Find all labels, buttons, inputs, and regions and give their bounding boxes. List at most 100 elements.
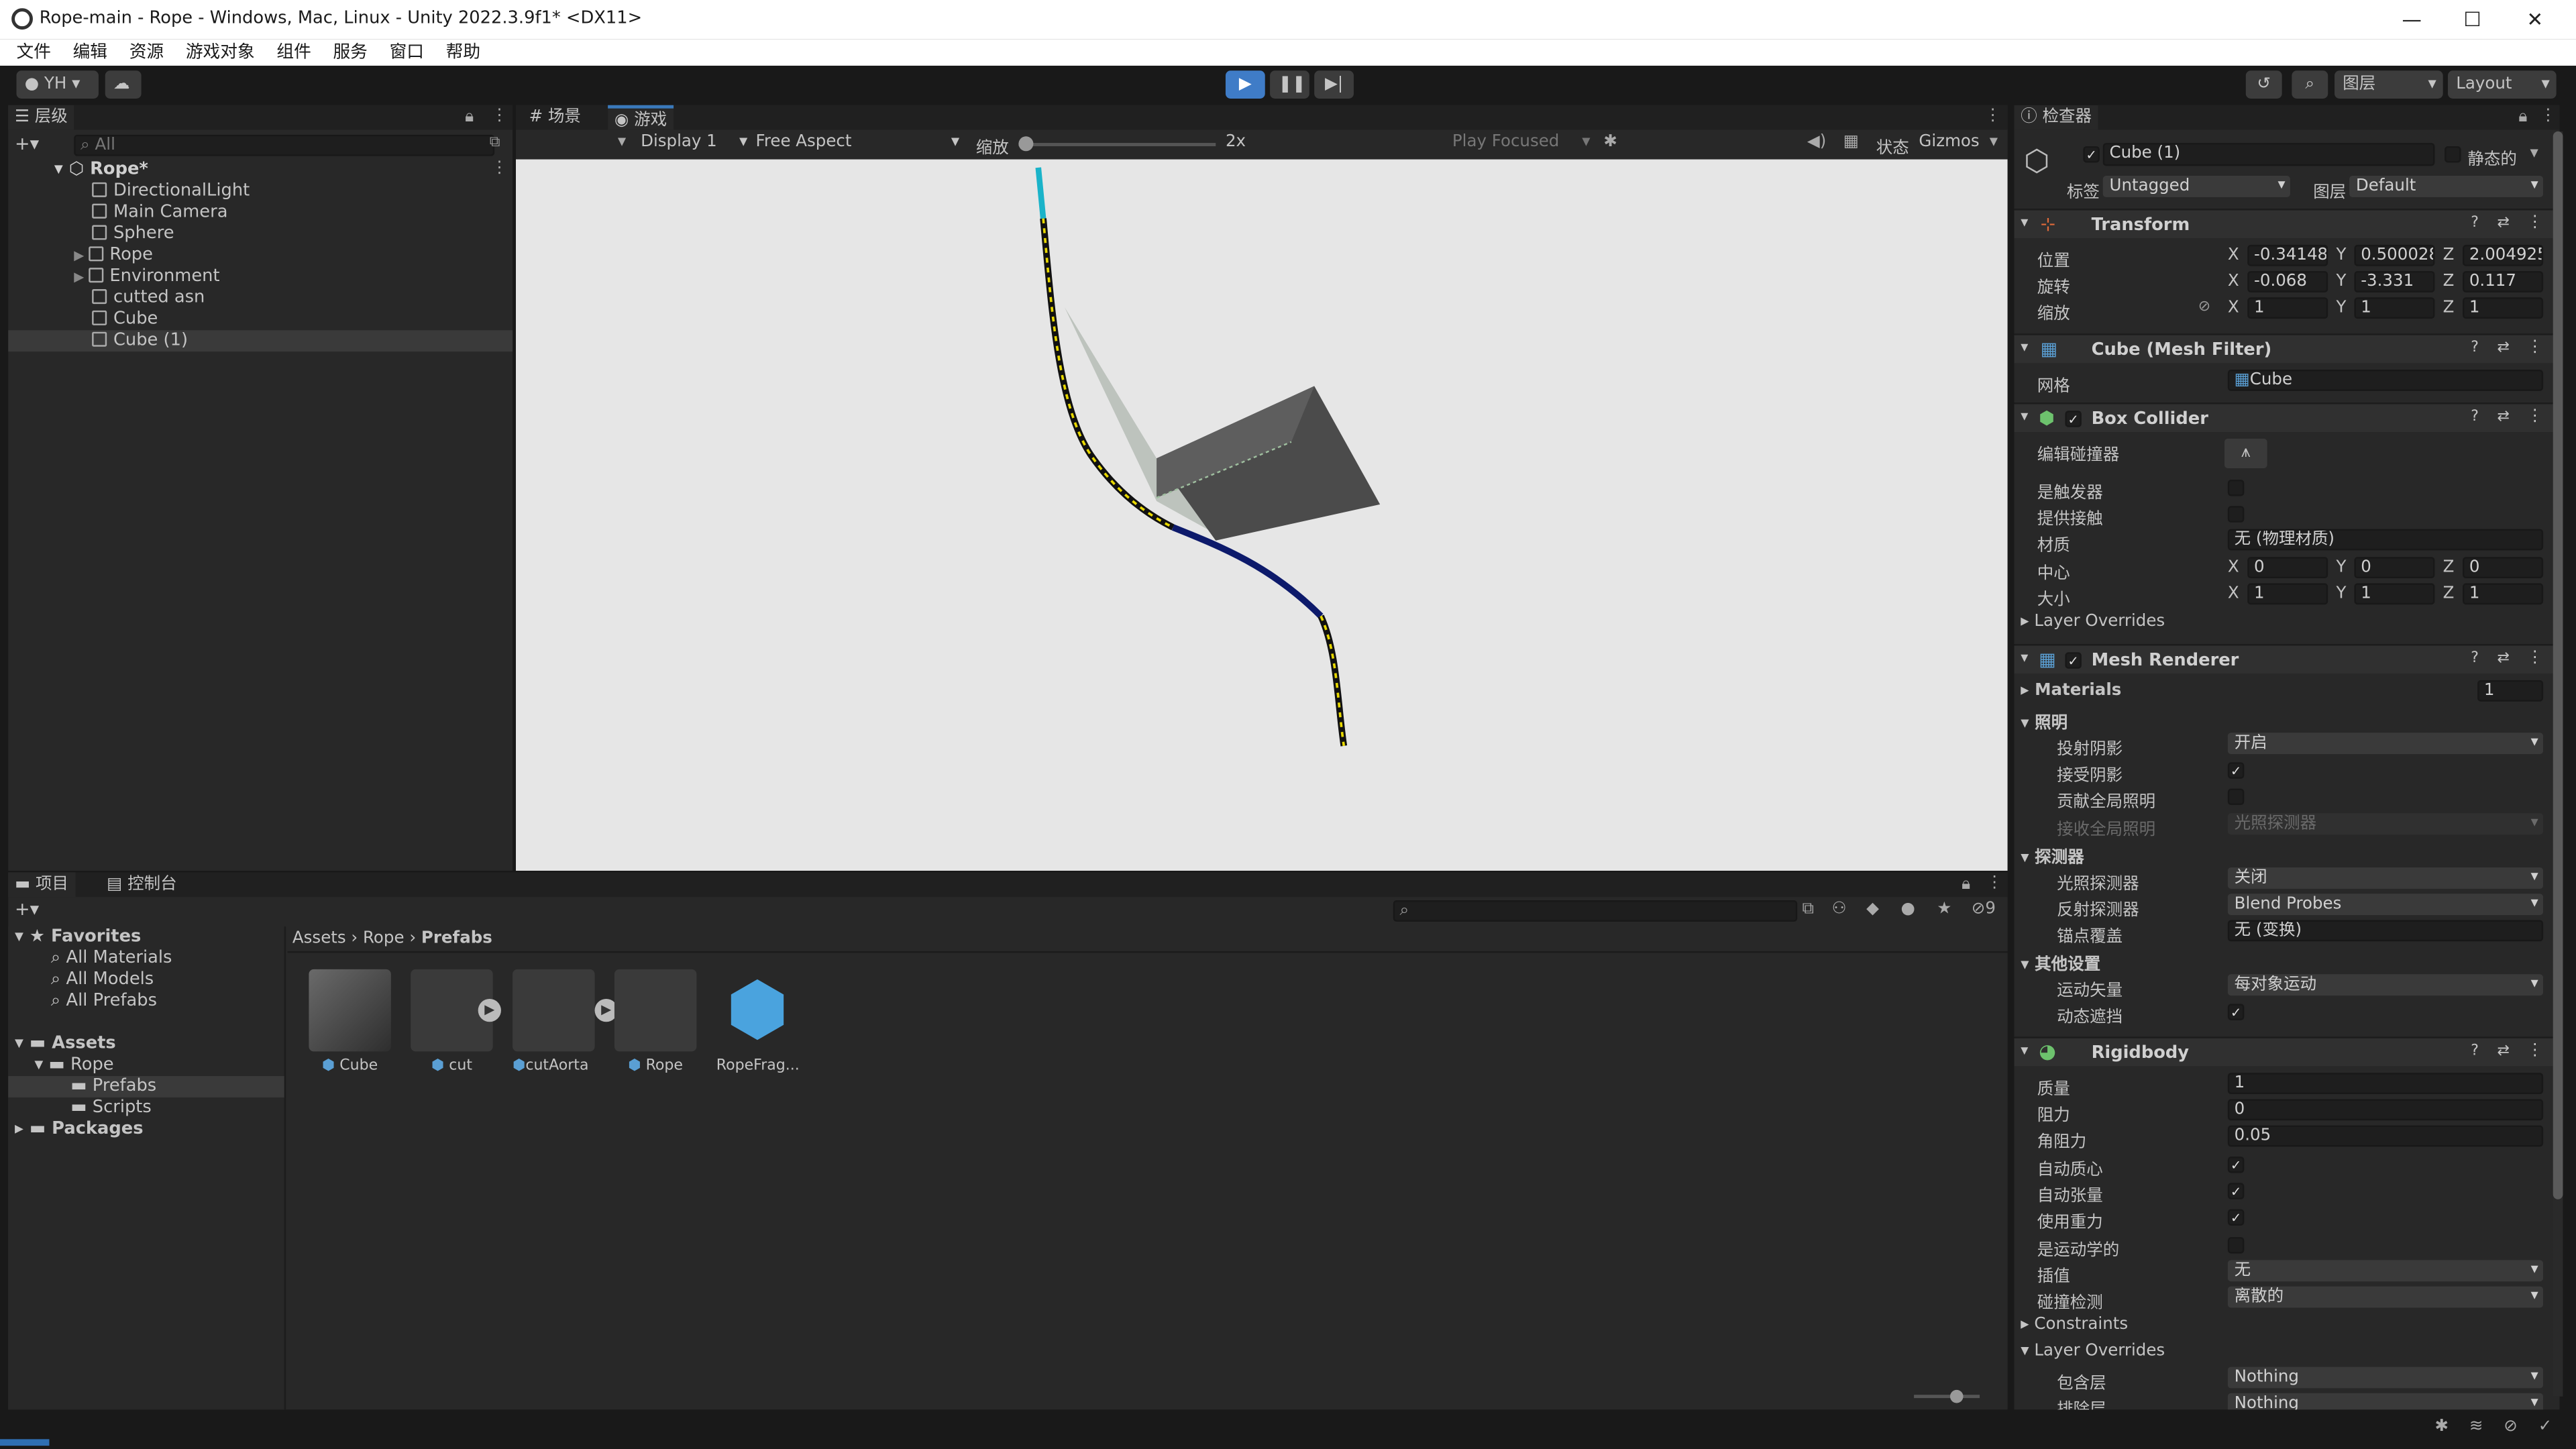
component-more-icon[interactable]: ⋮ xyxy=(2527,1042,2543,1060)
pause-button[interactable]: ❚❚ xyxy=(1270,70,1309,99)
auto-center-of-mass-checkbox[interactable]: ✓ xyxy=(2227,1157,2245,1173)
help-icon[interactable]: ? xyxy=(2471,340,2479,356)
more-icon[interactable]: ⋮ xyxy=(1986,874,2002,892)
asset-item[interactable]: ▶ ⬢cutAorta 1 xyxy=(513,969,618,1075)
aspect-dropdown[interactable]: Free Aspect ▾ xyxy=(756,133,960,151)
contribute-gi-checkbox[interactable] xyxy=(2227,788,2245,806)
constraints-foldout[interactable]: ▸ Constraints xyxy=(2021,1316,2128,1334)
gizmos-dropdown-icon[interactable]: ▾ xyxy=(1990,133,1998,151)
folder-item[interactable]: ▬ Scripts xyxy=(8,1097,284,1119)
favorites-folder[interactable]: ▾ ★ Favorites xyxy=(8,926,284,948)
scale-z-field[interactable]: 1 xyxy=(2463,297,2544,319)
preset-icon[interactable]: ⇄ xyxy=(2497,1043,2509,1059)
close-icon[interactable]: ✕ xyxy=(2522,7,2548,33)
anchor-override-field[interactable]: 无 (变换) xyxy=(2227,920,2544,942)
position-y-field[interactable]: 0.500028 xyxy=(2354,244,2435,266)
breadcrumb-item-current[interactable]: Prefabs xyxy=(421,930,492,948)
position-z-field[interactable]: 2.004925 xyxy=(2463,244,2544,266)
center-y-field[interactable]: 0 xyxy=(2354,557,2435,579)
create-asset-button[interactable]: +▾ xyxy=(15,899,39,920)
lock-icon[interactable]: 🔒︎ xyxy=(465,109,474,127)
stats-button[interactable]: 状态 xyxy=(1876,133,1909,158)
tab-scene[interactable]: # 场景 xyxy=(523,105,588,130)
interpolate-dropdown[interactable]: 无 xyxy=(2227,1260,2544,1282)
add-object-button[interactable]: +▾ xyxy=(15,133,39,154)
exclude-layers-dropdown[interactable]: Nothing xyxy=(2227,1393,2544,1410)
menu-edit[interactable]: 编辑 xyxy=(73,40,107,66)
auto-refresh-icon[interactable]: ✓ xyxy=(2538,1417,2553,1436)
tag-dropdown[interactable]: Untagged xyxy=(2102,176,2290,197)
materials-foldout[interactable]: ▸ Materials xyxy=(2021,682,2121,700)
physics-material-field[interactable]: 无 (物理材质) xyxy=(2227,529,2544,551)
hierarchy-item[interactable]: Cube xyxy=(8,309,513,330)
additional-settings-foldout[interactable]: ▾ 其他设置 xyxy=(2021,950,2100,974)
expand-arrow-icon[interactable]: ▶ xyxy=(74,270,88,284)
favorite-item[interactable]: ⌕ All Models xyxy=(8,969,284,991)
tab-console[interactable]: ▤ 控制台 xyxy=(100,872,183,897)
hierarchy-item[interactable]: cutted asn xyxy=(8,288,513,309)
hierarchy-search-input[interactable]: ⌕ All xyxy=(74,134,495,156)
transform-header[interactable]: ▾ ⊹ Transform ? ⇄ ⋮ xyxy=(2014,209,2560,239)
component-more-icon[interactable]: ⋮ xyxy=(2527,649,2543,667)
assets-folder[interactable]: ▾ ▬ Assets xyxy=(8,1033,284,1055)
audio-icon[interactable]: ◀) xyxy=(1807,133,1826,151)
search-filter-icon[interactable]: ⧉ xyxy=(490,135,500,151)
center-x-field[interactable]: 0 xyxy=(2247,557,2328,579)
layers-dropdown[interactable]: 图层 ▾ xyxy=(2334,70,2443,99)
tab-hierarchy[interactable]: ☰ 层级 xyxy=(8,105,74,130)
hidden-packages-icon[interactable]: ⊘9 xyxy=(1972,900,1996,918)
light-probes-dropdown[interactable]: 关闭 xyxy=(2227,867,2544,889)
history-icon[interactable]: ↺ xyxy=(2245,70,2282,99)
expand-arrow-icon[interactable]: ▶ xyxy=(74,248,88,263)
auto-tensor-checkbox[interactable]: ✓ xyxy=(2227,1183,2245,1199)
renderer-enabled-checkbox[interactable]: ✓ xyxy=(2065,652,2082,669)
expand-prefab-icon[interactable]: ▶ xyxy=(478,998,501,1022)
preset-icon[interactable]: ⇄ xyxy=(2497,340,2509,356)
rotation-z-field[interactable]: 0.117 xyxy=(2463,271,2544,292)
minimize-icon[interactable]: — xyxy=(2399,7,2425,33)
display-dropdown[interactable]: Display 1 ▾ xyxy=(641,133,747,151)
scene-root[interactable]: ▾ ⬡ Rope* xyxy=(8,160,513,181)
tab-game[interactable]: ◉ 游戏 xyxy=(608,105,674,130)
tag-icon[interactable]: ◆ xyxy=(1866,900,1879,918)
rotation-x-field[interactable]: -0.068 xyxy=(2247,271,2328,292)
favorite-item[interactable]: ⌕ All Prefabs xyxy=(8,991,284,1012)
hierarchy-item-selected[interactable]: Cube (1) xyxy=(8,330,513,352)
favorite-star-icon[interactable]: ★ xyxy=(1937,900,1951,918)
menu-help[interactable]: 帮助 xyxy=(446,40,480,66)
static-checkbox[interactable] xyxy=(2445,146,2461,163)
cast-shadows-dropdown[interactable]: 开启 xyxy=(2227,733,2544,755)
component-more-icon[interactable]: ⋮ xyxy=(2527,338,2543,356)
game-dropdown[interactable]: ▾ xyxy=(618,133,626,151)
menu-window[interactable]: 窗口 xyxy=(390,40,424,66)
component-more-icon[interactable]: ⋮ xyxy=(2527,407,2543,425)
edit-collider-button[interactable]: ⩚ xyxy=(2224,438,2267,468)
use-gravity-checkbox[interactable]: ✓ xyxy=(2227,1209,2245,1226)
warning-icon[interactable]: ● xyxy=(1900,900,1915,918)
preset-icon[interactable]: ⇄ xyxy=(2497,215,2509,231)
scale-x-field[interactable]: 1 xyxy=(2247,297,2328,319)
drag-field[interactable]: 0 xyxy=(2227,1099,2544,1121)
provides-contacts-checkbox[interactable] xyxy=(2227,506,2245,523)
menu-component[interactable]: 组件 xyxy=(276,40,311,66)
breadcrumb-item[interactable]: Rope xyxy=(363,930,405,948)
rotation-y-field[interactable]: -3.331 xyxy=(2354,271,2435,292)
position-x-field[interactable]: -0.341487 xyxy=(2247,244,2328,266)
cache-server-icon[interactable]: ≋ xyxy=(2469,1417,2483,1436)
size-x-field[interactable]: 1 xyxy=(2247,583,2328,605)
active-checkbox[interactable]: ✓ xyxy=(2083,146,2100,163)
object-name-field[interactable]: Cube (1) xyxy=(2102,143,2435,166)
tab-project[interactable]: ▬ 项目 xyxy=(8,872,75,898)
search-by-label-icon[interactable]: ⚇ xyxy=(1832,900,1847,918)
menu-file[interactable]: 文件 xyxy=(16,40,50,66)
more-icon[interactable]: ⋮ xyxy=(1984,107,2000,125)
mass-field[interactable]: 1 xyxy=(2227,1073,2544,1095)
search-by-type-icon[interactable]: ⧉ xyxy=(1803,900,1814,918)
mesh-renderer-header[interactable]: ▾ ▦ ✓ Mesh Renderer ? ⇄ ⋮ xyxy=(2014,644,2560,674)
folder-item[interactable]: ▾ ▬ Rope xyxy=(8,1055,284,1076)
foldout-arrow-icon[interactable]: ▾ xyxy=(2021,651,2028,667)
collider-layer-overrides-foldout[interactable]: ▸ Layer Overrides xyxy=(2021,612,2165,631)
hierarchy-item[interactable]: ▶ Environment xyxy=(8,266,513,288)
rigidbody-header[interactable]: ▾ ◕ Rigidbody ? ⇄ ⋮ xyxy=(2014,1036,2560,1067)
hierarchy-item[interactable]: ▶ Rope xyxy=(8,245,513,266)
